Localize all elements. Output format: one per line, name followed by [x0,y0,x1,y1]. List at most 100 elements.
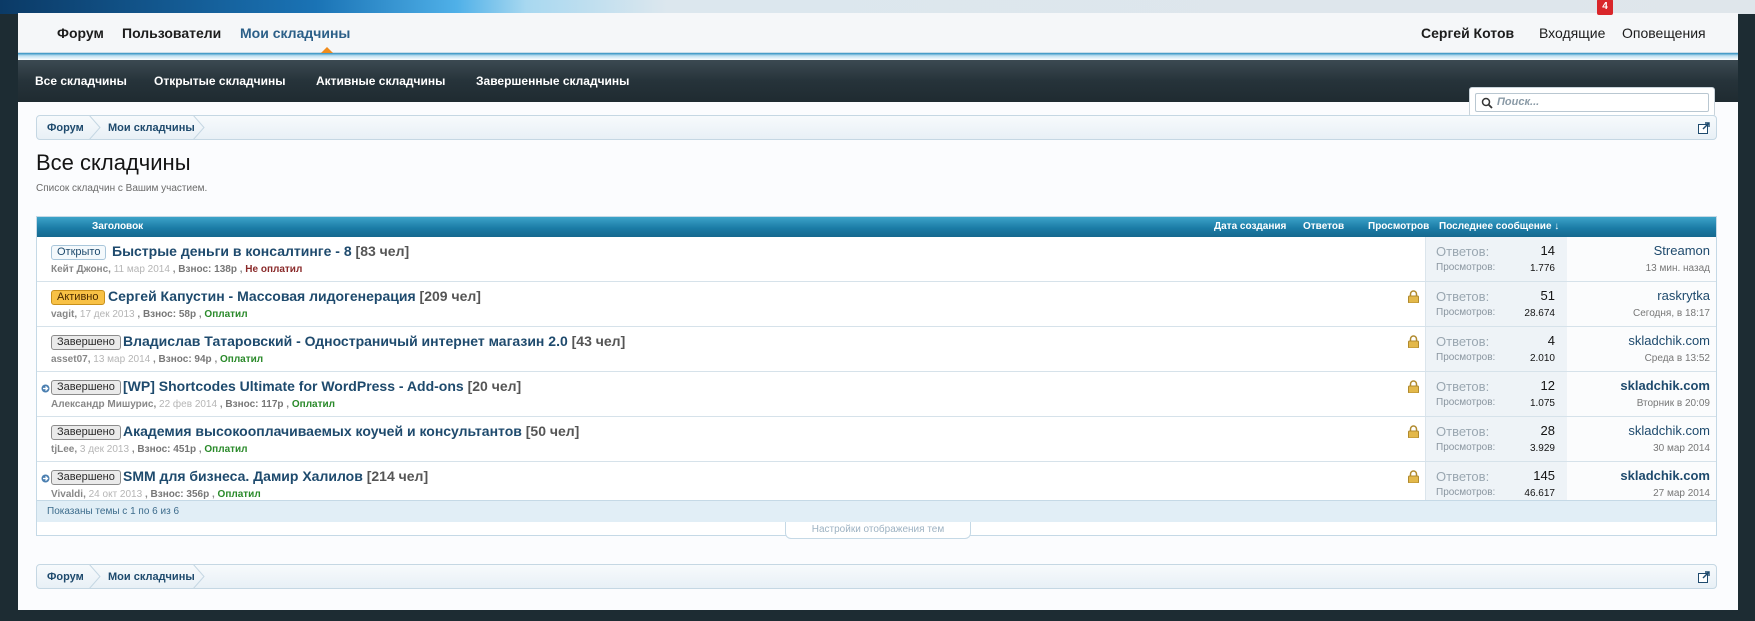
display-settings-tab[interactable]: Настройки отображения тем [785,522,971,539]
payment-status: Оплатил [291,399,336,410]
last-post-user[interactable]: Streamon [1654,243,1710,258]
table-row: Активно Сергей Капустин - Массовая лидог… [37,282,1716,327]
views-label: Просмотров: [1436,397,1496,408]
breadcrumb: Форум Мои складчины [36,115,1717,140]
subnav-open[interactable]: Открытые складчины [154,74,286,88]
table-header: Заголовок Дата создания Ответов Просмотр… [37,217,1716,237]
members-count: [83 чел] [355,243,410,259]
breadcrumb-my-skladchiny[interactable]: Мои складчины [108,122,195,134]
table-row: Завершено Владислав Татаровский - Одност… [37,327,1716,372]
jump-to-icon[interactable] [1698,571,1710,583]
prefix-badge[interactable]: Завершено [51,335,121,350]
col-created[interactable]: Дата создания [1214,221,1286,232]
thread-author[interactable]: asset07 [51,354,88,365]
top-navigation: Форум Пользователи Мои складчины Сергей … [18,0,1738,60]
replies-count: 28 [1540,423,1555,438]
breadcrumb-separator [192,564,205,589]
prefix-badge[interactable]: Завершено [51,380,121,395]
last-post-time[interactable]: 30 мар 2014 [1653,443,1710,454]
thread-date: 11 мар 2014 [113,264,170,275]
thread-fee: Взнос: 94р [158,354,212,365]
views-label: Просмотров: [1436,487,1496,498]
thread-title[interactable]: Владислав Татаровский - Одностраничый ин… [123,333,625,349]
thread-meta: vagit, 17 дек 2013 , Взнос: 58р , Оплати… [51,309,248,320]
inbox-badge: 4 [1597,0,1613,15]
last-post-user[interactable]: skladchik.com [1620,468,1710,483]
last-post-user[interactable]: raskrytka [1657,288,1710,303]
thread-date: 3 дек 2013 [79,444,130,455]
inbox-link[interactable]: Входящие [1539,25,1605,41]
breadcrumb-forum[interactable]: Форум [47,571,84,583]
col-last-post[interactable]: Последнее сообщение ↓ [1439,221,1559,232]
last-post: raskrytka Сегодня, в 18:17 [1567,282,1716,326]
thread-title[interactable]: Быстрые деньги в консалтинге - 8 [83 чел… [112,243,409,259]
views-label: Просмотров: [1436,262,1496,273]
search-input[interactable]: Поиск... [1475,93,1709,112]
threads-table: Заголовок Дата создания Ответов Просмотр… [36,216,1717,536]
thread-date: 17 дек 2013 [79,309,135,320]
members-count: [20 чел] [467,378,522,394]
tab-my-skladchiny[interactable]: Мои складчины [240,25,350,41]
col-replies[interactable]: Ответов [1303,221,1344,232]
replies-label: Ответов: [1436,424,1490,439]
thread-stats: Ответов: 12 Просмотров: 1.075 [1425,372,1567,416]
col-title[interactable]: Заголовок [92,221,143,232]
thread-stats: Ответов: 28 Просмотров: 3.929 [1425,417,1567,461]
replies-label: Ответов: [1436,244,1490,259]
last-post-user[interactable]: skladchik.com [1620,378,1710,393]
last-post-user[interactable]: skladchik.com [1628,423,1710,438]
thread-title[interactable]: SMM для бизнеса. Дамир Халилов [214 чел] [123,468,428,484]
last-post-time[interactable]: Среда в 13:52 [1645,353,1710,364]
views-count: 46.617 [1524,488,1555,499]
prefix-badge[interactable]: Активно [51,290,105,305]
jump-to-icon[interactable] [1698,122,1710,134]
page-description: Список складчин с Вашим участием. [36,183,208,194]
thread-author[interactable]: Vivaldi [51,489,83,500]
thread-author[interactable]: vagit [51,309,74,320]
col-views[interactable]: Просмотров [1368,221,1429,232]
page-title: Все складчины [36,150,191,175]
prefix-badge[interactable]: Завершено [51,470,121,485]
views-label: Просмотров: [1436,352,1496,363]
payment-status: Оплатил [217,489,261,500]
breadcrumb-forum[interactable]: Форум [47,122,84,134]
thread-meta: tjLee, 3 дек 2013 , Взнос: 451р , Оплати… [51,444,248,455]
nav-accent-bar [18,53,1738,60]
thread-title[interactable]: Сергей Капустин - Массовая лидогенерация… [108,288,481,304]
unread-icon[interactable] [41,474,50,483]
subnav-finished[interactable]: Завершенные складчины [476,74,629,88]
thread-author[interactable]: tjLee [51,444,74,455]
tab-users[interactable]: Пользователи [122,25,221,41]
thread-author[interactable]: Кейт Джонс [51,264,108,275]
last-post-time[interactable]: Сегодня, в 18:17 [1633,308,1710,319]
prefix-badge[interactable]: Открыто [51,245,107,260]
thread-meta: Кейт Джонс, 11 мар 2014 , Взнос: 138р , … [51,264,303,275]
thread-author[interactable]: Александр Мишурис [51,399,153,410]
members-count: [214 чел] [366,468,429,484]
unread-icon[interactable] [41,384,50,393]
replies-count: 14 [1540,243,1555,258]
thread-title[interactable]: Академия высокооплачиваемых коучей и кон… [123,423,579,439]
last-post-user[interactable]: skladchik.com [1628,333,1710,348]
payment-status: Не оплатил [245,264,303,275]
replies-count: 51 [1540,288,1555,303]
views-label: Просмотров: [1436,307,1496,318]
user-menu[interactable]: Сергей Котов [1421,25,1514,41]
subnav-all[interactable]: Все складчины [35,74,127,88]
thread-meta: Vivaldi, 24 окт 2013 , Взнос: 356р , Опл… [51,489,261,500]
prefix-badge[interactable]: Завершено [51,425,121,440]
thread-fee: Взнос: 356р [150,489,210,500]
last-post-time[interactable]: 13 мин. назад [1646,263,1710,274]
last-post-time[interactable]: Вторник в 20:09 [1637,398,1710,409]
search-box: Поиск... [1469,87,1715,117]
thread-title[interactable]: [WP] Shortcodes Ultimate for WordPress -… [123,378,521,394]
breadcrumb-my-skladchiny[interactable]: Мои складчины [108,571,195,583]
views-label: Просмотров: [1436,442,1496,453]
last-post-time[interactable]: 27 мар 2014 [1653,488,1710,499]
subnav-active[interactable]: Активные складчины [316,74,445,88]
search-icon [1481,97,1493,109]
tab-forum[interactable]: Форум [57,25,104,41]
alerts-link[interactable]: Оповещения [1622,25,1706,41]
thread-date: 22 фев 2014 [159,399,218,410]
views-count: 1.075 [1529,398,1555,409]
